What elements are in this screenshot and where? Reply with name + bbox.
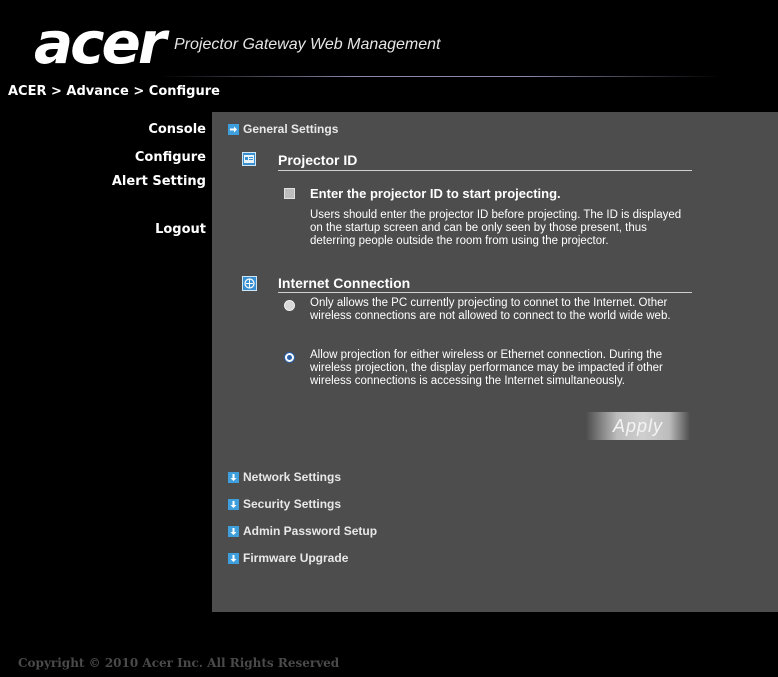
section-label: Network Settings [243, 470, 342, 484]
sidebar-item-console[interactable]: Console [148, 122, 206, 137]
arrow-down-icon [228, 525, 239, 537]
projector-id-description: Users should enter the projector ID befo… [310, 209, 682, 247]
projector-id-title: Projector ID [278, 152, 358, 168]
breadcrumb: ACER > Advance > Configure [8, 84, 220, 99]
copyright-footer: Copyright © 2010 Acer Inc. All Rights Re… [18, 656, 340, 670]
arrow-right-icon [228, 123, 239, 135]
internet-connection-title: Internet Connection [278, 275, 411, 291]
globe-icon [242, 276, 257, 291]
sidebar-item-logout[interactable]: Logout [155, 222, 206, 237]
id-card-icon [242, 152, 256, 166]
internet-connection-divider [278, 292, 692, 293]
apply-button[interactable]: Apply [586, 412, 690, 440]
sidebar-item-alert-setting[interactable]: Alert Setting [112, 174, 206, 189]
projector-id-divider [278, 170, 692, 171]
section-label: Security Settings [243, 497, 342, 511]
section-label: Admin Password Setup [243, 524, 378, 538]
section-network-settings[interactable]: Network Settings [228, 470, 341, 484]
internet-option-2-radio[interactable] [284, 352, 295, 363]
arrow-down-icon [228, 471, 239, 483]
header: acer Projector Gateway Web Management [0, 0, 778, 82]
arrow-down-icon [228, 498, 239, 510]
internet-option-1-radio[interactable] [284, 300, 295, 311]
section-firmware-upgrade[interactable]: Firmware Upgrade [228, 551, 348, 565]
main-panel: General Settings Projector ID Enter the … [212, 112, 778, 612]
projector-id-checkbox[interactable] [284, 188, 295, 199]
section-label: Firmware Upgrade [243, 551, 349, 565]
apply-button-label: Apply [612, 416, 664, 436]
section-general-settings[interactable]: General Settings [228, 122, 338, 136]
arrow-down-icon [228, 552, 239, 564]
section-label: General Settings [243, 122, 339, 136]
internet-option-1-label: Only allows the PC currently projecting … [310, 297, 671, 322]
sidebar-item-configure[interactable]: Configure [135, 150, 206, 165]
acer-logo: acer [34, 9, 166, 77]
app-title: Projector Gateway Web Management [174, 36, 441, 53]
section-security-settings[interactable]: Security Settings [228, 497, 341, 511]
projector-id-option-label: Enter the projector ID to start projecti… [310, 186, 561, 201]
header-divider [160, 76, 720, 77]
section-admin-password-setup[interactable]: Admin Password Setup [228, 524, 377, 538]
internet-option-2-label: Allow projection for either wireless or … [310, 349, 663, 387]
